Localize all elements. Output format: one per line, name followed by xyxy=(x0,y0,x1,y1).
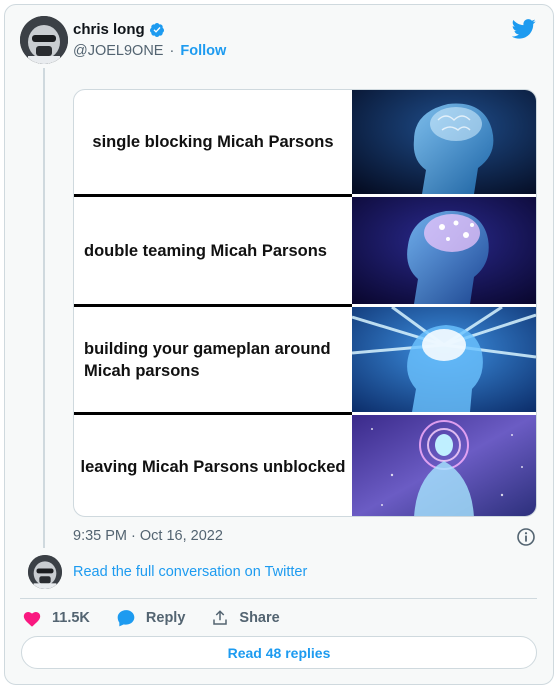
verified-badge-icon xyxy=(149,22,164,37)
separator-dot: · xyxy=(169,43,175,59)
author-name-text[interactable]: chris long xyxy=(73,21,145,38)
author-handle-row: @JOEL9ONE · Follow xyxy=(73,43,226,59)
meme-image[interactable]: single blocking Micah Parsons double tea… xyxy=(73,89,537,517)
meme-panel-4: leaving Micah Parsons unblocked xyxy=(74,415,536,516)
meme-panel-1-text: single blocking Micah Parsons xyxy=(92,133,334,151)
twitter-bird-icon[interactable] xyxy=(512,18,536,40)
brain-radiating-image xyxy=(352,307,536,412)
meme-panel-2-text: double teaming Micah Parsons xyxy=(84,241,327,260)
action-bar: 11.5K Reply Share xyxy=(22,607,306,629)
reply-bubble-icon xyxy=(117,610,135,627)
brain-small-image xyxy=(352,90,536,194)
reply-label: Reply xyxy=(145,610,186,626)
cosmic-being-image xyxy=(352,415,536,516)
meme-panel-3: building your gameplan around Micah pars… xyxy=(74,307,536,412)
reply-button[interactable]: Reply xyxy=(116,608,186,628)
brain-glowing-image xyxy=(352,197,536,304)
meme-panel-2: double teaming Micah Parsons xyxy=(74,197,536,304)
meme-panel-3-text: building your gameplan around Micah pars… xyxy=(84,339,331,380)
author-handle[interactable]: @JOEL9ONE xyxy=(73,43,163,59)
share-label: Share xyxy=(239,610,280,626)
like-button[interactable]: 11.5K xyxy=(22,609,90,627)
read-conversation-link[interactable]: Read the full conversation on Twitter xyxy=(73,564,307,580)
share-button[interactable]: Share xyxy=(211,609,280,627)
heart-icon xyxy=(23,611,41,627)
meme-panel-1: single blocking Micah Parsons xyxy=(74,90,536,194)
author-avatar[interactable] xyxy=(20,16,68,64)
like-count: 11.5K xyxy=(52,610,90,626)
divider xyxy=(20,598,537,599)
author-avatar-small[interactable] xyxy=(28,555,62,589)
follow-link[interactable]: Follow xyxy=(180,43,226,59)
meme-panel-4-text: leaving Micah Parsons unblocked xyxy=(80,457,346,476)
share-icon xyxy=(213,610,228,625)
read-replies-button[interactable]: Read 48 replies xyxy=(21,636,537,669)
tweet-timestamp[interactable]: 9:35 PM · Oct 16, 2022 xyxy=(73,528,223,544)
author-name[interactable]: chris long xyxy=(73,21,165,38)
info-icon[interactable] xyxy=(516,527,536,547)
thread-line xyxy=(43,68,45,548)
read-replies-label: Read 48 replies xyxy=(227,644,331,661)
